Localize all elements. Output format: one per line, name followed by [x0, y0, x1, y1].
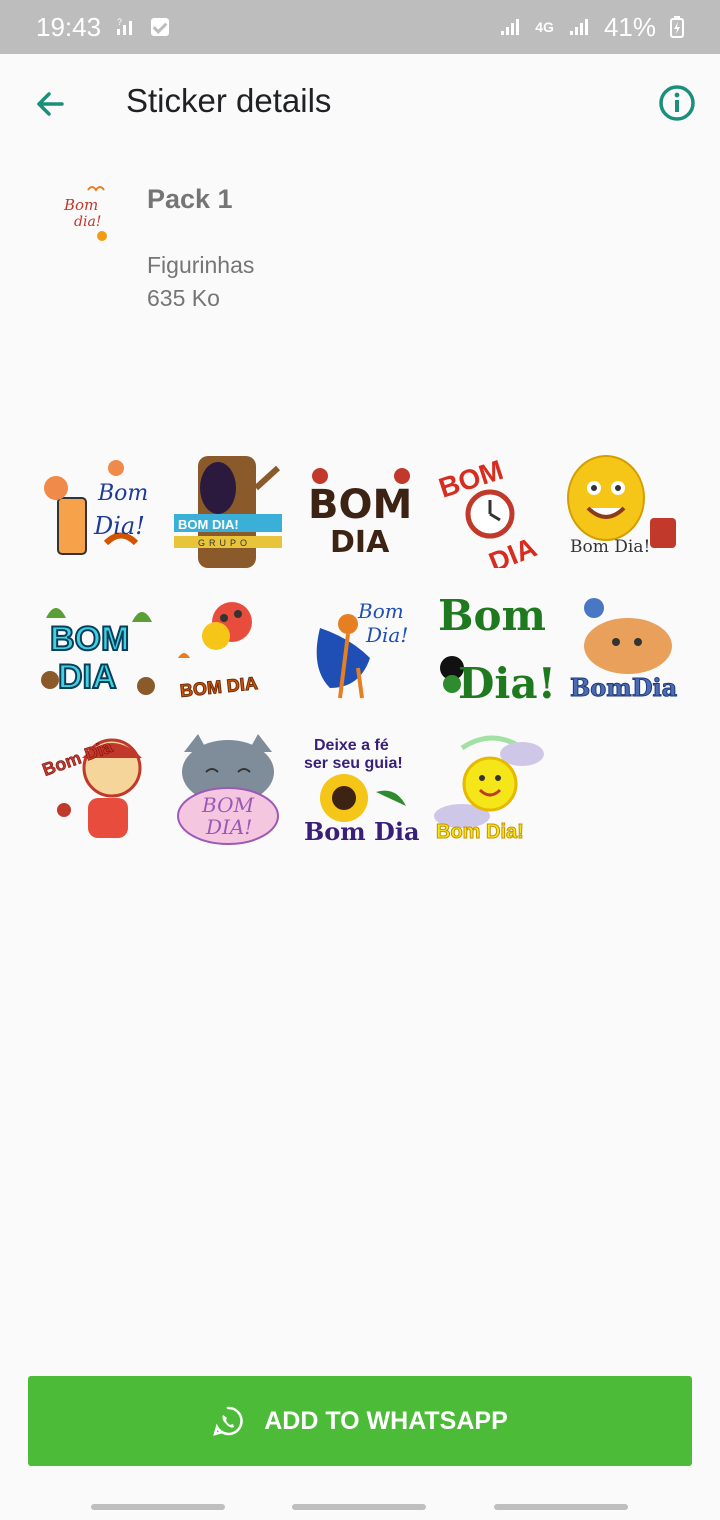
add-to-whatsapp-button[interactable]: ADD TO WHATSAPP: [28, 1376, 692, 1466]
sticker-2[interactable]: BOM DIA! GRUPO: [168, 448, 288, 568]
whatsapp-icon: [213, 1406, 243, 1436]
sticker-12-text-1: BOM: [201, 793, 254, 817]
sticker-13-text-1: Deixe a fé: [314, 737, 389, 754]
nav-recent-button[interactable]: [91, 1504, 225, 1510]
arrow-left-icon[interactable]: [28, 82, 72, 126]
status-right: 4G 41%: [499, 12, 684, 43]
signal-icon-2: [569, 19, 588, 35]
sticker-6-text-2: DIA: [58, 658, 117, 696]
battery-percent: 41%: [603, 11, 656, 42]
pack-info: Bom dia! Pack 1 Figurinhas 635 Ko: [0, 170, 720, 330]
sticker-8-text-1: Bom: [357, 599, 404, 623]
battery-charging-icon: [670, 16, 684, 38]
sticker-6-text-1: BOM: [50, 620, 129, 658]
sticker-9-text-2: Dia!: [458, 659, 552, 708]
sticker-8-text-2: Dia!: [365, 623, 408, 647]
sticker-14-text-1: Bom Dia!: [436, 821, 524, 843]
sticker-12[interactable]: BOM DIA!: [168, 728, 288, 848]
add-to-whatsapp-label: ADD TO WHATSAPP: [264, 1406, 508, 1435]
sticker-13-text-2: ser seu guia!: [304, 755, 403, 772]
sticker-10-text-1: BomDia: [570, 673, 677, 702]
no-signal-icon: ?: [117, 17, 133, 35]
tray-text-1: Bom: [63, 196, 98, 214]
sticker-9-text-1: Bom: [438, 591, 546, 640]
sticker-10[interactable]: BomDia: [564, 588, 684, 708]
sticker-1[interactable]: Bom Dia!: [36, 448, 156, 568]
sticker-8[interactable]: Bom Dia!: [300, 588, 420, 708]
status-left: 19:43 ?: [36, 11, 170, 43]
pack-name: Pack 1: [147, 184, 233, 214]
sticker-7[interactable]: BOM DIA: [168, 588, 288, 708]
sticker-11[interactable]: Bom Dia: [36, 728, 156, 848]
tray-text-2: dia!: [74, 214, 101, 230]
sticker-4[interactable]: BOM DIA: [432, 448, 552, 568]
sticker-3-text-2: DIA: [330, 525, 390, 560]
sticker-6[interactable]: BOM DIA: [36, 588, 156, 708]
sticker-12-text-2: DIA!: [205, 815, 252, 839]
sticker-13-text-3: Bom Dia: [304, 817, 420, 846]
tray-icon: Bom dia!: [63, 186, 107, 241]
sticker-7-text-1: BOM DIA: [179, 673, 259, 701]
sticker-3-text-1: BOM: [308, 482, 412, 528]
notification-check-icon: [151, 18, 170, 36]
status-bar: 19:43 ? 4G 41%: [0, 0, 720, 54]
sticker-3[interactable]: BOM DIA: [300, 448, 420, 568]
nav-home-button[interactable]: [292, 1504, 426, 1510]
status-time: 19:43: [36, 11, 102, 42]
svg-text:?: ?: [117, 17, 122, 27]
sticker-9[interactable]: Bom Dia!: [432, 588, 552, 708]
system-nav-bar: [0, 1494, 720, 1520]
sticker-1-text-1: Bom: [97, 481, 148, 506]
signal-icon: [501, 19, 520, 35]
app-bar: Sticker details: [0, 54, 720, 154]
sticker-14[interactable]: Bom Dia!: [432, 728, 552, 848]
sticker-13[interactable]: Deixe a fé ser seu guia! Bom Dia: [300, 728, 420, 848]
sticker-2-text-1: BOM DIA!: [178, 517, 239, 532]
sticker-1-text-2: Dia!: [93, 512, 145, 540]
sticker-5[interactable]: Bom Dia!: [564, 448, 684, 568]
network-type: 4G: [535, 19, 554, 35]
info-icon[interactable]: [658, 84, 696, 122]
pack-publisher: Figurinhas: [147, 252, 255, 278]
sticker-5-text-1: Bom Dia!: [570, 537, 650, 557]
page-title: Sticker details: [126, 82, 332, 119]
nav-back-button[interactable]: [494, 1504, 628, 1510]
sticker-2-text-2: GRUPO: [198, 538, 251, 548]
pack-size: 635 Ko: [147, 285, 220, 311]
